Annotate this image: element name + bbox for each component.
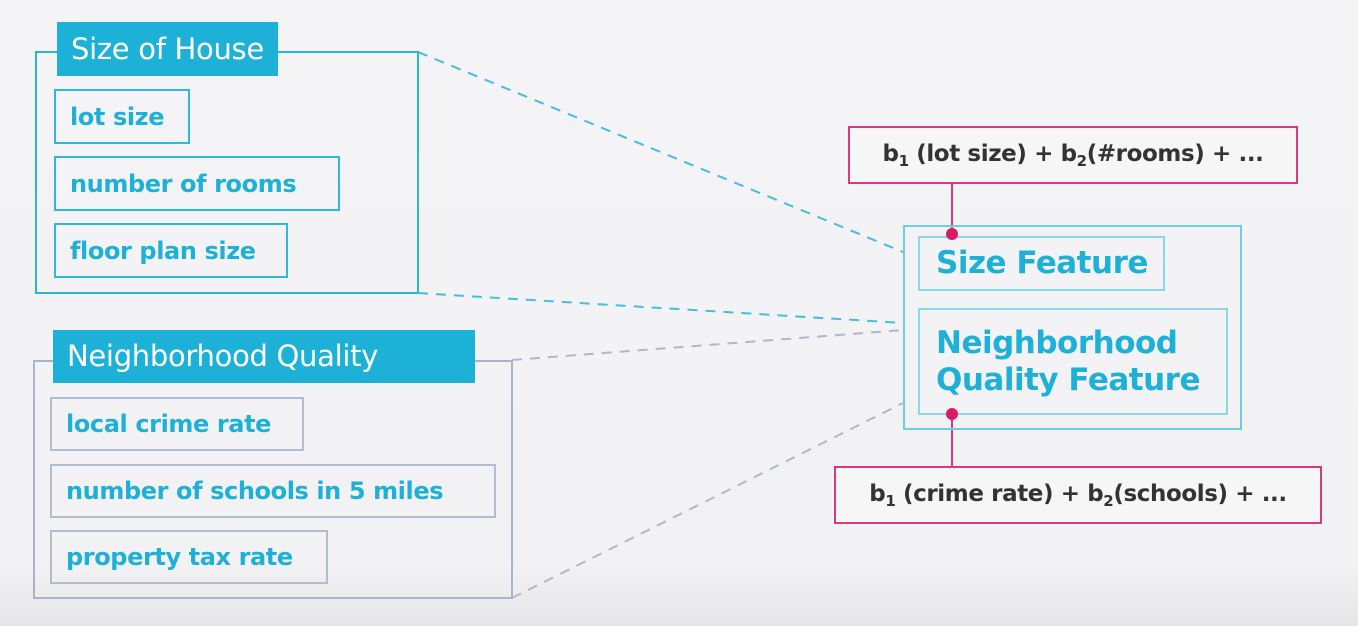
size-feature-label: Size Feature <box>936 245 1148 282</box>
neighborhood-quality-feature-box: Neighborhood Quality Feature <box>918 308 1228 415</box>
size-formula-box: b1 (lot size) + b2(#rooms) + ... <box>848 126 1298 184</box>
neighborhood-quality-title: Neighborhood Quality <box>67 339 379 373</box>
neighborhood-quality-header: Neighborhood Quality <box>53 330 475 383</box>
neighborhood-formula: b1 (crime rate) + b2(schools) + ... <box>869 480 1287 510</box>
dashed-connector-nq-top <box>511 329 904 361</box>
neighborhood-formula-box: b1 (crime rate) + b2(schools) + ... <box>834 466 1322 524</box>
item-label: number of schools in 5 miles <box>66 477 444 505</box>
item-local-crime-rate: local crime rate <box>50 397 304 451</box>
item-number-of-schools: number of schools in 5 miles <box>50 464 496 518</box>
item-label: local crime rate <box>66 410 272 438</box>
item-label: lot size <box>70 102 165 131</box>
item-number-of-rooms: number of rooms <box>54 156 340 211</box>
item-label: floor plan size <box>70 236 256 265</box>
neighborhood-feature-label-line1: Neighborhood <box>936 324 1178 361</box>
item-floor-plan-size: floor plan size <box>54 223 288 278</box>
size-formula: b1 (lot size) + b2(#rooms) + ... <box>882 140 1264 170</box>
item-label: property tax rate <box>66 543 293 571</box>
size-of-house-title: Size of House <box>71 31 264 66</box>
dashed-connector-size-top <box>417 51 904 253</box>
neighborhood-feature-label-line2: Quality Feature <box>936 361 1200 398</box>
dashed-connector-size-bottom <box>417 292 904 324</box>
item-label: number of rooms <box>70 169 297 198</box>
size-of-house-header: Size of House <box>57 22 278 76</box>
item-property-tax-rate: property tax rate <box>50 530 328 584</box>
item-lot-size: lot size <box>54 89 190 144</box>
size-feature-box: Size Feature <box>918 236 1165 291</box>
